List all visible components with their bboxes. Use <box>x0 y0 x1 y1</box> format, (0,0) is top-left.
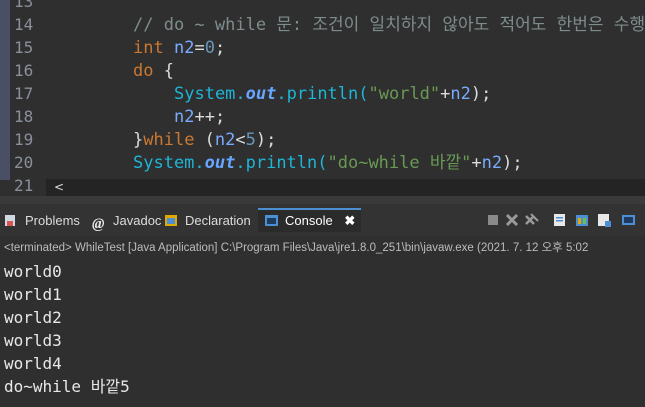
scroll-left-arrow[interactable]: < <box>54 179 64 196</box>
code-line[interactable]: 16 do { <box>0 59 645 83</box>
console-line: world0 <box>4 262 62 281</box>
launch-status: <terminated> WhileTest [Java Application… <box>0 236 645 260</box>
clear-console-icon[interactable] <box>552 212 568 228</box>
console-line: world3 <box>4 331 62 350</box>
code-line[interactable]: 19 }while (n2<5); <box>0 128 645 152</box>
console-line: world4 <box>4 354 62 373</box>
line-number: 17 <box>14 84 34 103</box>
line-number: 19 <box>14 130 34 149</box>
code-line[interactable]: 15 int n2=0; <box>0 36 645 60</box>
scroll-lock-icon[interactable] <box>574 212 590 228</box>
console-line: world2 <box>4 308 62 327</box>
javadoc-icon: @ <box>92 216 105 232</box>
line-number: 18 <box>14 107 34 126</box>
close-icon[interactable]: ✖ <box>344 213 355 228</box>
code-line[interactable]: 14 // do ~ while 문: 조건이 일치하지 않아도 적어도 한번은 … <box>0 13 645 37</box>
tab-label: Console <box>285 213 333 228</box>
line-number: 21 <box>14 176 34 195</box>
code-text: n2++; <box>174 107 226 127</box>
view-tabs: Problems @ Javadoc Declaration Console ✖ <box>0 204 645 236</box>
problems-icon <box>5 215 15 226</box>
code-line[interactable]: 13 <box>0 0 645 14</box>
horizontal-scrollbar[interactable]: < <box>46 179 645 196</box>
console-icon <box>265 215 278 226</box>
tab-javadoc[interactable]: @ Javadoc <box>92 210 161 232</box>
tab-label: Javadoc <box>113 213 162 228</box>
console-line: world1 <box>4 285 62 304</box>
code-text: System.out.println("world"+n2); <box>174 84 492 104</box>
tab-label: Problems <box>25 213 80 228</box>
code-editor[interactable]: 13 14 // do ~ while 문: 조건이 일치하지 않아도 적어도 한번… <box>0 0 645 195</box>
tab-declaration[interactable]: Declaration <box>164 210 251 232</box>
tab-problems[interactable]: Problems <box>4 210 80 232</box>
code-text: }while (n2<5); <box>133 130 277 150</box>
remove-launch-icon[interactable] <box>504 212 520 228</box>
panel-divider[interactable] <box>0 196 645 204</box>
code-text: do { <box>133 61 174 81</box>
line-number: 20 <box>14 153 34 172</box>
code-text: System.out.println("do~while 바깥"+n2); <box>133 153 523 173</box>
code-line[interactable]: 17 System.out.println("world"+n2); <box>0 82 645 106</box>
code-line[interactable]: 18 n2++; <box>0 105 645 129</box>
declaration-icon <box>165 215 177 226</box>
code-text: int n2=0; <box>133 38 226 58</box>
remove-all-terminated-icon[interactable] <box>524 212 540 228</box>
word-wrap-icon[interactable] <box>596 212 612 228</box>
console-output[interactable]: world0 world1 world2 world3 world4 do~wh… <box>0 260 645 407</box>
line-number: 14 <box>14 15 34 34</box>
line-number: 13 <box>14 0 34 11</box>
pin-console-icon[interactable] <box>620 212 636 228</box>
line-number: 16 <box>14 61 34 80</box>
code-text: // do ~ while 문: 조건이 일치하지 않아도 적어도 한번은 수행 <box>133 15 645 35</box>
terminate-icon[interactable] <box>485 212 501 228</box>
code-line[interactable]: 20 System.out.println("do~while 바깥"+n2); <box>0 151 645 175</box>
tab-console[interactable]: Console ✖ <box>258 208 362 232</box>
console-line: do~while 바깥5 <box>4 377 130 396</box>
tab-label: Declaration <box>185 213 251 228</box>
line-number: 15 <box>14 38 34 57</box>
